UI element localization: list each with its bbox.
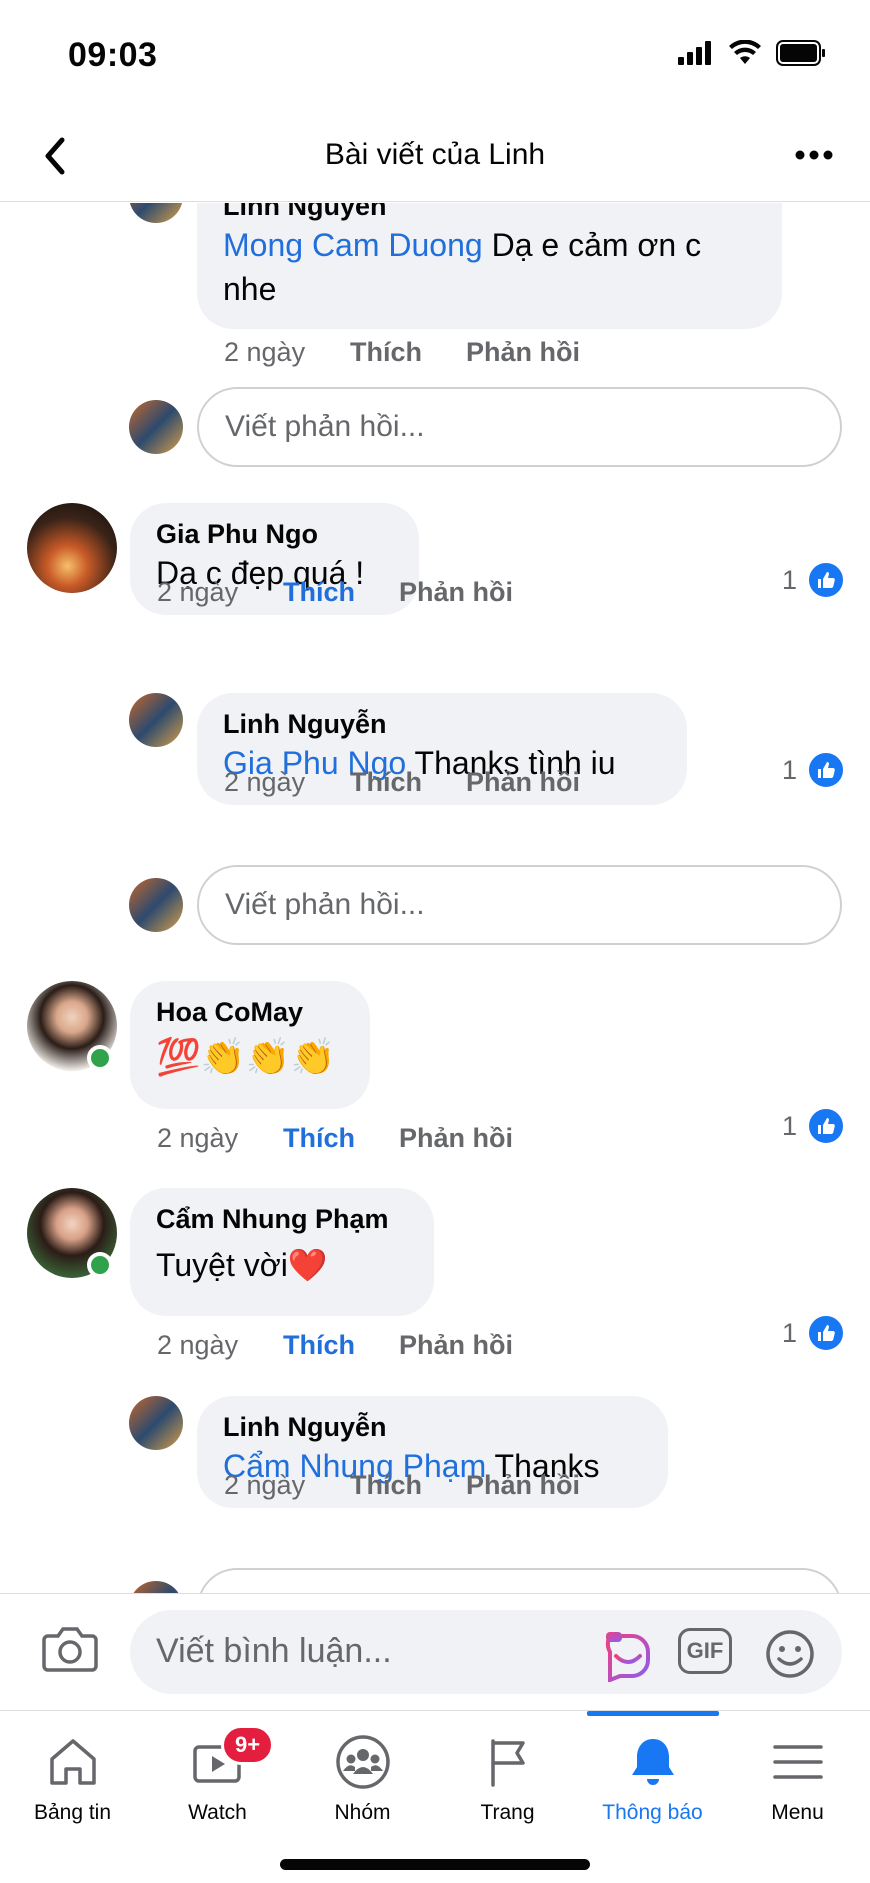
reply-input[interactable]: Viết phản hồi... [197,865,842,945]
like-button[interactable]: Thích [350,767,466,798]
groups-icon [336,1735,390,1789]
reply-placeholder: Viết phản hồi... [225,410,425,443]
reaction-count[interactable]: 1 [782,561,846,599]
reaction-count[interactable]: 1 [782,1107,846,1145]
hamburger-menu-icon [773,1745,823,1779]
comment-text: 💯👏👏👏 [156,1036,336,1077]
comment-text: Mong Cam Duong Dạ e cảm ơn c nhe [223,227,702,307]
comment-actions: 2 ngày Thích Phản hồi [157,1123,513,1154]
thumbs-up-icon [807,1314,846,1352]
comment-time: 2 ngày [157,1330,239,1360]
thumbs-up-icon [807,561,846,599]
avatar[interactable] [129,203,183,223]
home-indicator [280,1859,590,1870]
tab-pages[interactable]: Trang [435,1711,580,1831]
comment-author[interactable]: Linh Nguyễn [223,707,661,741]
comment-bubble[interactable]: Linh Nguyễn Mong Cam Duong Dạ e cảm ơn c… [197,203,782,329]
comment-time: 2 ngày [224,337,306,367]
comment-time: 2 ngày [157,577,239,607]
status-icons [678,40,826,66]
comment-actions: 2 ngày Thích Phản hồi [224,1470,580,1501]
tab-news-feed[interactable]: Bảng tin [0,1711,145,1831]
tab-label: Thông báo [602,1801,703,1824]
bell-icon [632,1739,674,1785]
notification-badge: 9+ [221,1725,275,1765]
reaction-count[interactable]: 1 [782,1314,846,1352]
emoji-icon[interactable] [764,1628,816,1680]
comment-bubble[interactable]: Cẩm Nhung Phạm Tuyệt vời❤️ [130,1188,434,1316]
reply-button[interactable]: Phản hồi [399,1123,513,1154]
mention-link[interactable]: Mong Cam Duong [223,227,483,263]
comment-placeholder: Viết bình luận... [156,1632,392,1670]
reply-button[interactable]: Phản hồi [466,767,580,798]
reply-button[interactable]: Phản hồi [399,577,513,608]
comment-actions: 2 ngày Thích Phản hồi [224,767,580,798]
status-bar: 09:03 [0,0,870,110]
reply-input[interactable]: Viết phản hồi... [197,387,842,467]
like-button[interactable]: Thích [283,1330,399,1361]
post-header: Bài viết của Linh [0,110,870,202]
cellular-signal-icon [678,41,711,65]
comment-author[interactable]: Linh Nguyễn [223,1410,642,1444]
tab-menu[interactable]: Menu [725,1711,870,1831]
reply-placeholder: Viết phản hồi... [225,888,425,921]
page-title: Bài viết của Linh [324,138,546,171]
tab-label: Watch [188,1801,247,1824]
gif-icon[interactable]: GIF [678,1628,732,1674]
tab-watch[interactable]: 9+ Watch [145,1711,290,1831]
thumbs-up-icon [807,1107,846,1145]
thumbs-up-icon [807,751,846,789]
comment-composer: Viết bình luận... GIF [0,1593,870,1709]
status-time: 09:03 [68,36,158,74]
tab-label: Menu [771,1801,824,1824]
online-status-indicator [87,1045,113,1071]
tab-label: Trang [480,1801,535,1824]
avatar [129,400,183,454]
comment-actions: 2 ngày Thích Phản hồi [157,577,513,608]
avatar[interactable] [129,693,183,747]
avatar[interactable] [27,503,117,593]
tab-label: Nhóm [334,1801,391,1824]
like-button[interactable]: Thích [350,337,466,368]
home-icon [50,1739,96,1785]
tab-notifications[interactable]: Thông báo [580,1711,725,1831]
comment-time: 2 ngày [224,1470,306,1500]
avatar-sticker-icon[interactable] [600,1628,656,1682]
comment-author[interactable]: Gia Phu Ngo [156,517,393,551]
comments-list[interactable]: Linh Nguyễn Mong Cam Duong Dạ e cảm ơn c… [0,203,870,1593]
flag-icon [491,1739,525,1787]
reply-button[interactable]: Phản hồi [466,337,580,368]
comment-input[interactable]: Viết bình luận... GIF [130,1610,842,1694]
avatar [129,878,183,932]
online-status-indicator [87,1252,113,1278]
camera-icon[interactable] [42,1624,98,1674]
battery-icon [776,40,825,66]
comment-time: 2 ngày [157,1123,239,1153]
comment-time: 2 ngày [224,767,306,797]
reply-button[interactable]: Phản hồi [399,1330,513,1361]
tab-groups[interactable]: Nhóm [290,1711,435,1831]
comment-actions: 2 ngày Thích Phản hồi [224,337,580,368]
avatar [129,1581,183,1593]
comment-author[interactable]: Cẩm Nhung Phạm [156,1202,408,1236]
comment-author[interactable]: Linh Nguyễn [223,203,756,223]
reply-button[interactable]: Phản hồi [466,1470,580,1501]
like-button[interactable]: Thích [283,577,399,608]
avatar[interactable] [129,1396,183,1450]
like-button[interactable]: Thích [350,1470,466,1501]
comment-actions: 2 ngày Thích Phản hồi [157,1330,513,1361]
bottom-tab-bar: Bảng tin 9+ Watch Nhóm Trang Thông báo M… [0,1710,870,1883]
reply-input[interactable] [197,1568,842,1593]
comment-bubble[interactable]: Hoa CoMay 💯👏👏👏 [130,981,370,1109]
wifi-icon [729,40,761,64]
comment-text: Tuyệt vời❤️ [156,1247,328,1283]
tab-label: Bảng tin [33,1801,112,1824]
comment-author[interactable]: Hoa CoMay [156,995,344,1029]
like-button[interactable]: Thích [283,1123,399,1154]
reaction-count[interactable]: 1 [782,751,846,789]
more-options-icon[interactable] [794,140,834,170]
